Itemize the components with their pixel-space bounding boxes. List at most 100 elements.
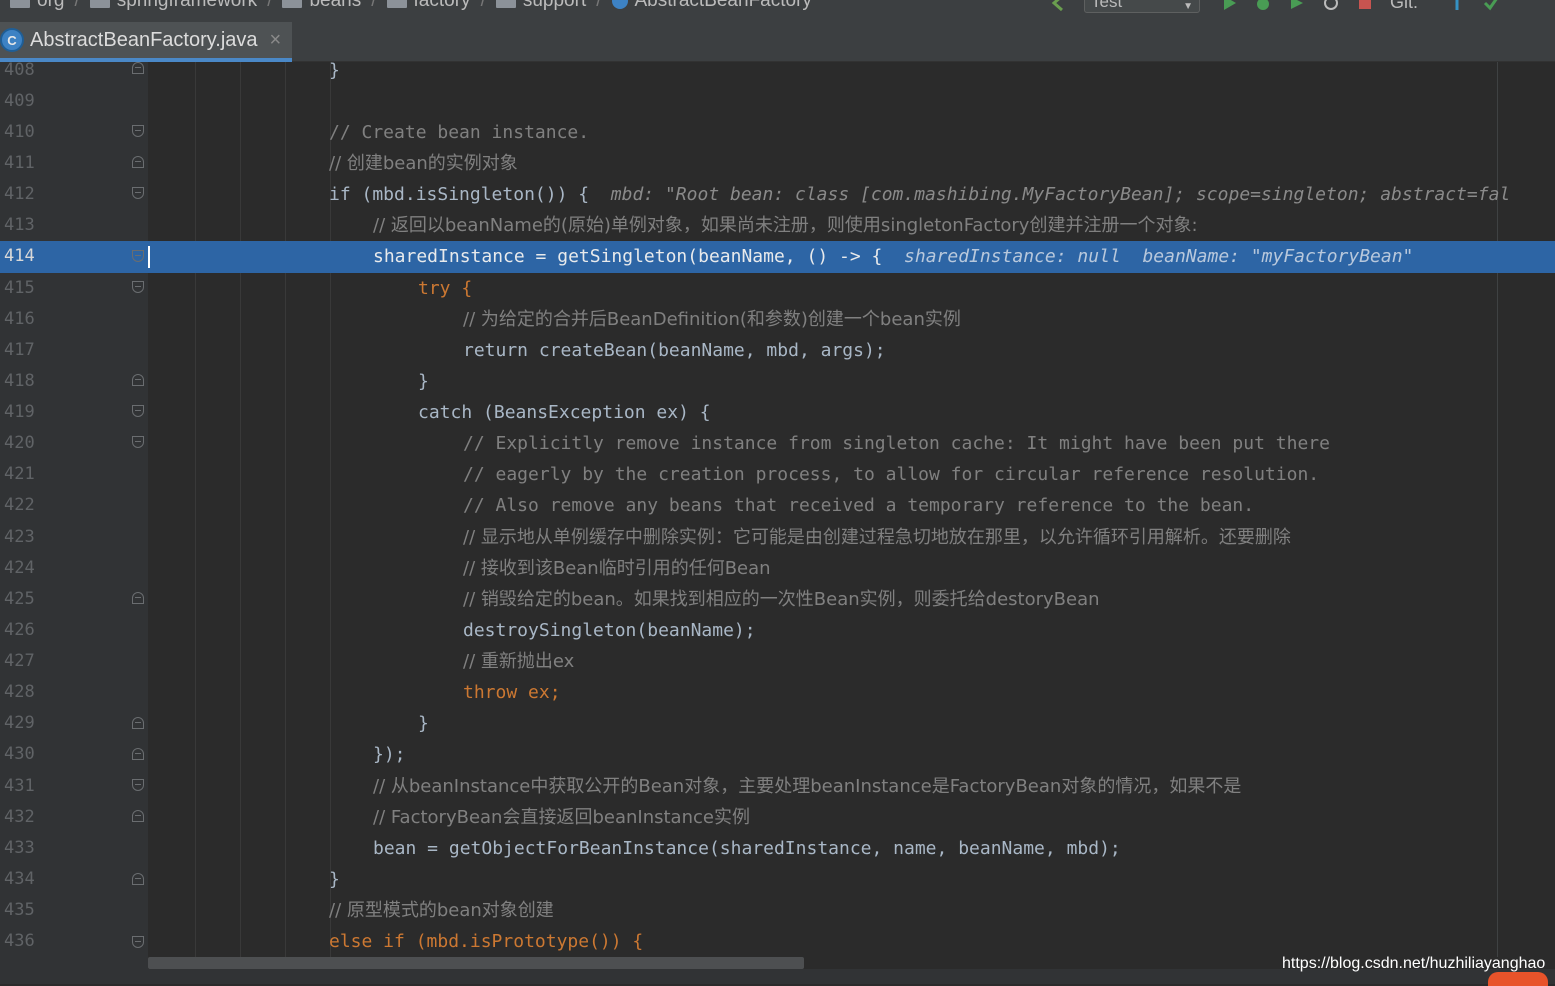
line-number: 419 <box>4 402 35 422</box>
breadcrumb: org / springframework / beans / factory … <box>10 0 812 12</box>
fold-start-icon[interactable] <box>132 125 144 137</box>
code-line-426[interactable]: destroySingleton(beanName); <box>463 615 756 646</box>
breadcrumb-item-springframework[interactable]: springframework <box>89 0 257 12</box>
code-line-415[interactable]: try { <box>418 273 472 304</box>
line-number: 434 <box>4 869 35 889</box>
class-icon <box>611 0 628 9</box>
fold-start-icon[interactable] <box>132 436 144 448</box>
horizontal-scrollbar-thumb[interactable] <box>148 957 804 969</box>
code-line-417[interactable]: return createBean(beanName, mbd, args); <box>463 335 886 366</box>
fold-end-icon[interactable] <box>132 592 144 604</box>
line-number: 418 <box>4 371 35 391</box>
toolbar: Test ▼ Git: <box>1050 0 1516 13</box>
fold-end-icon[interactable] <box>132 873 144 885</box>
line-number: 415 <box>4 278 35 298</box>
line-number: 408 <box>4 62 35 80</box>
code-line-413[interactable]: // 返回以beanName的(原始)单例对象，如果尚未注册，则使用single… <box>373 210 1198 241</box>
folder-icon <box>282 0 303 8</box>
line-number: 412 <box>4 184 35 204</box>
line-number: 417 <box>4 340 35 360</box>
code-editor[interactable]: 408 409 410 411 412 413 414 415 416 417 … <box>0 62 1555 984</box>
fold-end-icon[interactable] <box>132 748 144 760</box>
line-number: 435 <box>4 900 35 920</box>
code-line-430[interactable]: }); <box>373 739 406 770</box>
git-commit-icon[interactable] <box>1482 0 1500 12</box>
code-line-408[interactable]: } <box>329 62 340 86</box>
stop-icon[interactable] <box>1356 0 1374 12</box>
line-number-current: 414 <box>4 246 35 266</box>
code-line-416[interactable]: // 为给定的合并后BeanDefinition(和参数)创建一个bean实例 <box>463 304 961 335</box>
code-text: sharedInstance = getSingleton(beanName, … <box>373 246 883 267</box>
code-line-425[interactable]: // 销毁给定的bean。如果找到相应的一次性Bean实例，则委托给destor… <box>463 584 1100 615</box>
fold-start-icon[interactable] <box>132 250 144 262</box>
code-line-412[interactable]: if (mbd.isSingleton()) { mbd: "Root bean… <box>329 179 1510 210</box>
folder-icon <box>10 0 30 8</box>
breadcrumb-item-org[interactable]: org <box>10 0 64 12</box>
code-line-429[interactable]: } <box>418 708 429 739</box>
code-line-418[interactable]: } <box>418 366 429 397</box>
fold-start-icon[interactable] <box>132 779 144 791</box>
fold-end-icon[interactable] <box>132 156 144 168</box>
folder-icon <box>89 0 110 8</box>
debug-inline-value: beanName: "myFactoryBean" <box>1142 246 1414 267</box>
fold-start-icon[interactable] <box>132 281 144 293</box>
line-number: 426 <box>4 620 35 640</box>
code-line-433[interactable]: bean = getObjectForBeanInstance(sharedIn… <box>373 833 1121 864</box>
breadcrumb-item-beans[interactable]: beans <box>282 0 361 12</box>
coverage-icon[interactable] <box>1288 0 1306 12</box>
code-line-414[interactable]: sharedInstance = getSingleton(beanName, … <box>373 241 1413 272</box>
chevron-down-icon: ▼ <box>1183 0 1193 12</box>
breadcrumb-separator: / <box>74 0 80 11</box>
code-line-436[interactable]: else if (mbd.isPrototype()) { <box>329 926 643 957</box>
line-number: 432 <box>4 807 35 827</box>
breadcrumb-item-factory[interactable]: factory <box>386 0 471 12</box>
run-icon[interactable] <box>1220 0 1238 12</box>
java-class-icon: C <box>0 28 24 52</box>
code-line-427[interactable]: // 重新抛出ex <box>463 646 574 677</box>
code-line-422[interactable]: // Also remove any beans that received a… <box>463 490 1254 521</box>
breadcrumb-separator: / <box>480 0 486 11</box>
profile-icon[interactable] <box>1322 0 1340 12</box>
breadcrumb-separator: / <box>596 0 602 11</box>
back-arrow-icon[interactable] <box>1050 0 1068 12</box>
code-line-424[interactable]: // 接收到该Bean临时引用的任何Bean <box>463 553 771 584</box>
code-line-432[interactable]: // FactoryBean会直接返回beanInstance实例 <box>373 802 750 833</box>
fold-end-icon[interactable] <box>132 62 144 74</box>
code-line-435[interactable]: // 原型模式的bean对象创建 <box>329 895 554 926</box>
debug-inline-value: sharedInstance: null <box>904 246 1121 267</box>
line-number: 410 <box>4 122 35 142</box>
line-number: 424 <box>4 558 35 578</box>
debug-icon[interactable] <box>1254 0 1272 12</box>
tab-abstractbeanfactory[interactable]: C AbstractBeanFactory.java × <box>0 22 292 62</box>
debug-inline-value: mbd: "Root bean: class [com.mashibing.My… <box>610 184 1511 205</box>
fold-end-icon[interactable] <box>132 810 144 822</box>
code-line-434[interactable]: } <box>329 864 340 895</box>
fold-end-icon[interactable] <box>132 374 144 386</box>
run-configuration-select[interactable]: Test ▼ <box>1084 0 1200 13</box>
close-icon[interactable]: × <box>270 29 282 52</box>
fold-start-icon[interactable] <box>132 405 144 417</box>
code-line-421[interactable]: // eagerly by the creation process, to a… <box>463 459 1319 490</box>
code-line-428[interactable]: throw ex; <box>463 677 561 708</box>
code-line-411[interactable]: // 创建bean的实例对象 <box>329 148 518 179</box>
fold-start-icon[interactable] <box>132 187 144 199</box>
watermark: https://blog.csdn.net/huzhiliayanghao <box>1282 955 1546 972</box>
git-update-icon[interactable] <box>1448 0 1466 12</box>
line-number: 429 <box>4 713 35 733</box>
fold-end-icon[interactable] <box>132 717 144 729</box>
fold-start-icon[interactable] <box>132 936 144 948</box>
code-line-410[interactable]: // Create bean instance. <box>329 117 589 148</box>
code-line-423[interactable]: // 显示地从单例缓存中删除实例：它可能是由创建过程急切地放在那里，以允许循环引… <box>463 522 1291 553</box>
code-line-431[interactable]: // 从beanInstance中获取公开的Bean对象，主要处理beanIns… <box>373 771 1241 802</box>
line-number: 420 <box>4 433 35 453</box>
indent-guide <box>240 62 241 972</box>
text-caret <box>148 246 150 268</box>
indent-guide <box>285 62 286 972</box>
breadcrumb-item-support[interactable]: support <box>495 0 586 12</box>
code-line-419[interactable]: catch (BeansException ex) { <box>418 397 711 428</box>
indent-guide <box>195 62 196 972</box>
line-number: 428 <box>4 682 35 702</box>
line-number: 436 <box>4 931 35 951</box>
code-line-420[interactable]: // Explicitly remove instance from singl… <box>463 428 1330 459</box>
breadcrumb-item-class[interactable]: AbstractBeanFactory <box>611 0 812 12</box>
